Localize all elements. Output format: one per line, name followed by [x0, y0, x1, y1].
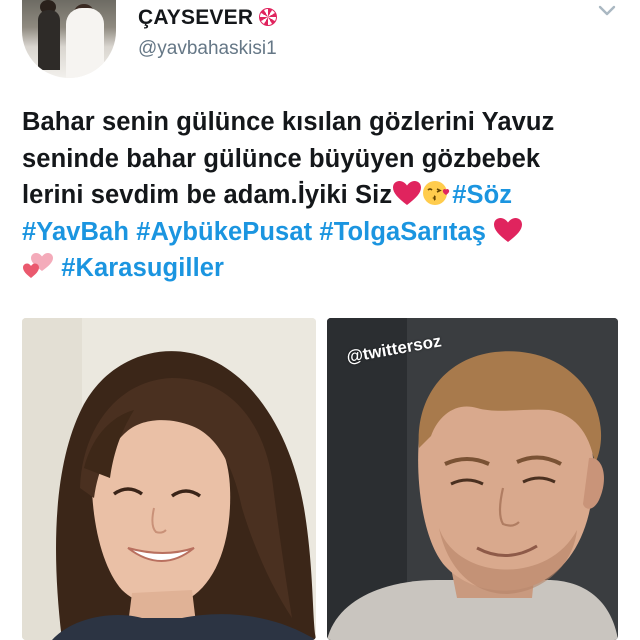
red-heart-icon	[494, 217, 523, 242]
display-name[interactable]: ÇAYSEVER	[138, 6, 278, 30]
tweet-text: Bahar senin gülünce kısılan gözlerini Ya…	[22, 104, 622, 287]
avatar[interactable]	[22, 0, 116, 78]
candy-icon	[259, 8, 278, 26]
red-heart-icon	[393, 181, 422, 205]
hashtag-tolgasaritas[interactable]: #TolgaSarıtaş	[319, 218, 486, 246]
tweet-line-text: lerini sevdim be adam.İyiki Siz	[22, 181, 393, 209]
face-blowing-kiss-icon	[423, 181, 450, 205]
hashtag-aybukepusat[interactable]: #AybükePusat	[136, 218, 312, 246]
avatar-figure-groom	[38, 10, 60, 70]
tweet-line: lerini sevdim be adam.İyiki Siz #Söz	[22, 177, 622, 214]
hashtag-soz[interactable]: #Söz	[452, 181, 512, 209]
woman-photo-art	[22, 318, 316, 640]
smiling-man-photo[interactable]: @twittersoz	[327, 318, 618, 640]
two-hearts-icon	[23, 253, 53, 278]
tweet-line: Bahar senin gülünce kısılan gözlerini Ya…	[22, 108, 555, 136]
hashtag-karasugiller[interactable]: #Karasugiller	[61, 254, 224, 282]
man-photo-art	[327, 318, 618, 640]
tweet-line: seninde bahar gülünce büyüyen gözbebek	[22, 144, 541, 173]
user-handle[interactable]: @yavbahaskisi1	[138, 38, 277, 60]
display-name-text: ÇAYSEVER	[138, 6, 254, 29]
hashtag-yavbah[interactable]: #YavBah	[22, 218, 129, 246]
chevron-down-icon[interactable]	[598, 4, 616, 18]
smiling-woman-photo[interactable]	[22, 318, 316, 640]
tweet-line: #Karasugiller	[22, 250, 622, 287]
avatar-figure-bride	[66, 8, 104, 78]
tweet-line: #YavBah #AybükePusat #TolgaSarıtaş	[22, 214, 622, 251]
